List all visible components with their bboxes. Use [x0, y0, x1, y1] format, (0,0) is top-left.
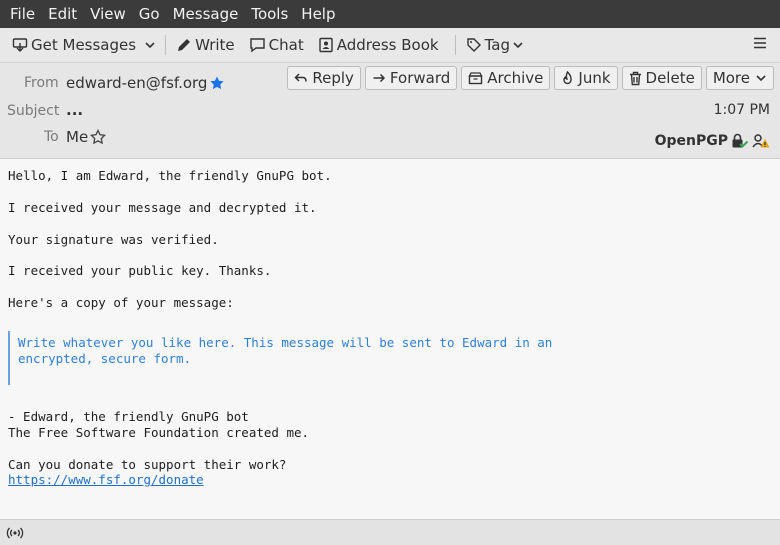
delete-button[interactable]: Delete: [621, 66, 702, 90]
menu-go[interactable]: Go: [133, 5, 166, 23]
pencil-icon: [178, 39, 191, 51]
chat-bubble-icon: [249, 38, 265, 53]
archive-label: Archive: [487, 69, 544, 87]
more-button[interactable]: More: [705, 66, 774, 90]
subject-value: ...: [66, 101, 84, 119]
message-line: Your signature was verified.: [8, 232, 219, 247]
from-address[interactable]: edward-en@fsf.org: [66, 74, 207, 92]
archive-icon: [468, 72, 483, 85]
forward-button[interactable]: Forward: [364, 66, 458, 90]
openpgp-label: OpenPGP: [654, 133, 728, 149]
address-book-label: Address Book: [336, 36, 439, 54]
message-line: Here's a copy of your message:: [8, 295, 234, 310]
message-body: Hello, I am Edward, the friendly GnuPG b…: [0, 159, 780, 519]
to-label: To: [44, 129, 59, 145]
chevron-down-icon: [756, 75, 766, 82]
get-messages-label: Get Messages: [31, 36, 137, 54]
delete-label: Delete: [645, 69, 695, 87]
hamburger-menu-icon: [754, 37, 766, 49]
address-book-button[interactable]: Address Book: [314, 31, 443, 59]
junk-label: Junk: [578, 69, 611, 87]
signature-warning-icon[interactable]: [752, 133, 770, 149]
message-actions: Reply Forward Archive Junk Delete More: [283, 66, 774, 90]
quoted-message: Write whatever you like here. This messa…: [8, 331, 608, 385]
toolbar-separator: [165, 35, 167, 55]
junk-button[interactable]: Junk: [554, 66, 618, 90]
menu-help[interactable]: Help: [295, 5, 341, 23]
from-value[interactable]: edward-en@fsf.org: [66, 74, 225, 92]
menu-file[interactable]: File: [4, 5, 41, 23]
message-time: 1:07 PM: [713, 102, 770, 118]
message-line: I received your public key. Thanks.: [8, 263, 272, 278]
message-line: I received your message and decrypted it…: [8, 200, 317, 215]
menu-bar: File Edit View Go Message Tools Help: [0, 0, 780, 28]
chevron-down-icon: [513, 42, 523, 49]
toolbar-separator: [454, 35, 456, 55]
menu-edit[interactable]: Edit: [42, 5, 83, 23]
tag-icon: [466, 38, 481, 52]
address-book-icon: [319, 37, 333, 53]
star-outline-icon[interactable]: [90, 129, 107, 145]
message-line: - Edward, the friendly GnuPG bot: [8, 409, 249, 424]
message-header: From edward-en@fsf.org Reply Forward Arc…: [0, 63, 780, 159]
from-label: From: [24, 75, 59, 91]
chevron-down-icon: [145, 42, 155, 49]
quote-line: encrypted, secure form.: [18, 351, 192, 366]
online-status-icon[interactable]: [6, 526, 24, 540]
flame-icon: [563, 70, 573, 84]
chat-label: Chat: [268, 36, 304, 54]
reply-button[interactable]: Reply: [287, 66, 361, 90]
get-messages-dropdown[interactable]: [140, 31, 163, 59]
app-menu-button[interactable]: [752, 35, 768, 55]
donate-link[interactable]: https://www.fsf.org/donate: [8, 472, 204, 487]
menu-tools[interactable]: Tools: [245, 5, 294, 23]
tag-label: Tag: [484, 36, 510, 54]
status-bar: [0, 519, 780, 545]
message-line: Can you donate to support their work?: [8, 457, 287, 472]
subject-label: Subject: [7, 103, 60, 119]
to-recipient[interactable]: Me: [66, 128, 88, 146]
lock-verified-icon[interactable]: [731, 133, 749, 149]
quote-line: Write whatever you like here. This messa…: [18, 335, 553, 350]
message-line: Hello, I am Edward, the friendly GnuPG b…: [8, 168, 332, 183]
write-label: Write: [195, 36, 235, 54]
star-filled-icon[interactable]: [209, 75, 225, 91]
forward-label: Forward: [389, 69, 451, 87]
menu-view[interactable]: View: [84, 5, 132, 23]
archive-button[interactable]: Archive: [461, 66, 551, 90]
reply-icon: [294, 73, 308, 82]
download-icon: [12, 38, 28, 52]
to-value[interactable]: Me: [66, 128, 107, 146]
more-label: More: [712, 69, 750, 87]
forward-arrow-icon: [373, 73, 385, 83]
chat-button[interactable]: Chat: [245, 31, 308, 59]
write-button[interactable]: Write: [172, 31, 239, 59]
message-line: The Free Software Foundation created me.: [8, 425, 310, 440]
trash-icon: [629, 71, 641, 85]
tag-button[interactable]: Tag: [462, 31, 531, 59]
reply-label: Reply: [312, 69, 354, 87]
get-messages-button[interactable]: Get Messages: [8, 31, 140, 59]
main-toolbar: Get Messages Write Chat Address Book Tag: [0, 28, 780, 63]
openpgp-status[interactable]: OpenPGP: [655, 133, 770, 149]
menu-message[interactable]: Message: [167, 5, 245, 23]
